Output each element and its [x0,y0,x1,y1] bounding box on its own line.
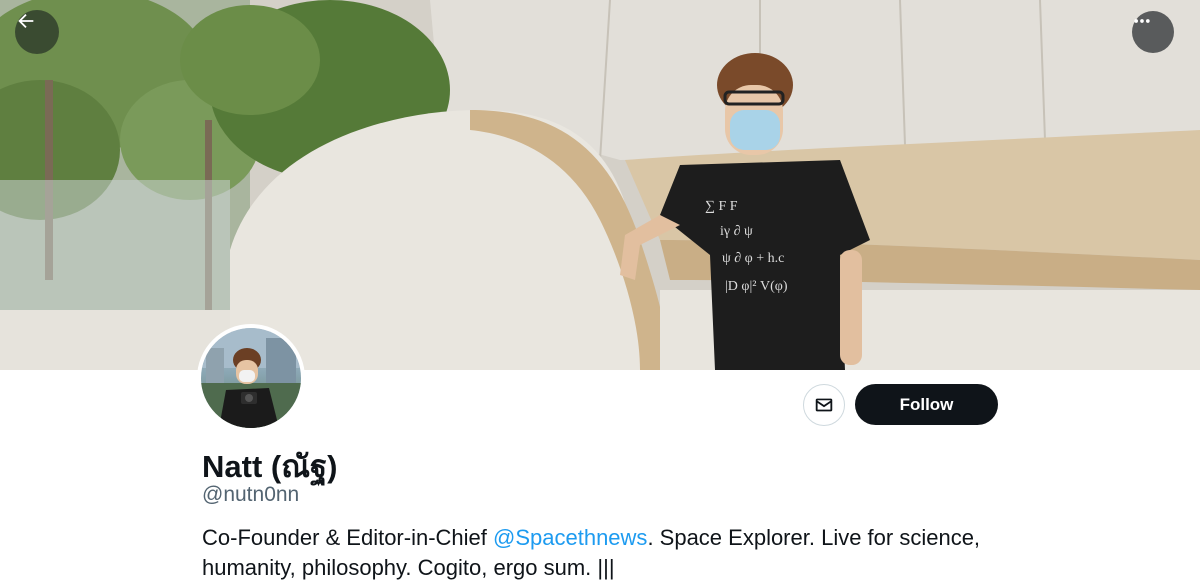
avatar-photo [201,328,301,428]
profile-bio: Co-Founder & Editor-in-Chief @Spacethnew… [202,523,1062,583]
banner-photo: ∑ F F iγ ∂ ψ ψ ∂ φ + h.c |D φ|² V(φ) [0,0,1200,370]
profile-handle: @nutn0nn [202,483,300,506]
back-button[interactable] [15,10,59,54]
arrow-left-icon [18,13,34,29]
svg-text:∑ F F: ∑ F F [705,199,738,214]
svg-text:ψ ∂ φ + h.c: ψ ∂ φ + h.c [722,251,784,266]
bio-text-start: Co-Founder & Editor-in-Chief [202,525,494,550]
svg-text:iγ ∂ ψ: iγ ∂ ψ [720,224,753,239]
profile-banner[interactable]: ∑ F F iγ ∂ ψ ψ ∂ φ + h.c |D φ|² V(φ) [0,0,1200,370]
ellipsis-icon [1134,19,1150,23]
envelope-icon [815,398,833,412]
profile-avatar[interactable] [197,324,305,432]
follow-button[interactable]: Follow [855,384,998,425]
bio-mention-link[interactable]: @Spacethnews [493,525,647,550]
svg-text:|D φ|² V(φ): |D φ|² V(φ) [725,279,788,294]
message-button[interactable] [803,384,845,426]
more-options-button[interactable] [1132,11,1174,53]
